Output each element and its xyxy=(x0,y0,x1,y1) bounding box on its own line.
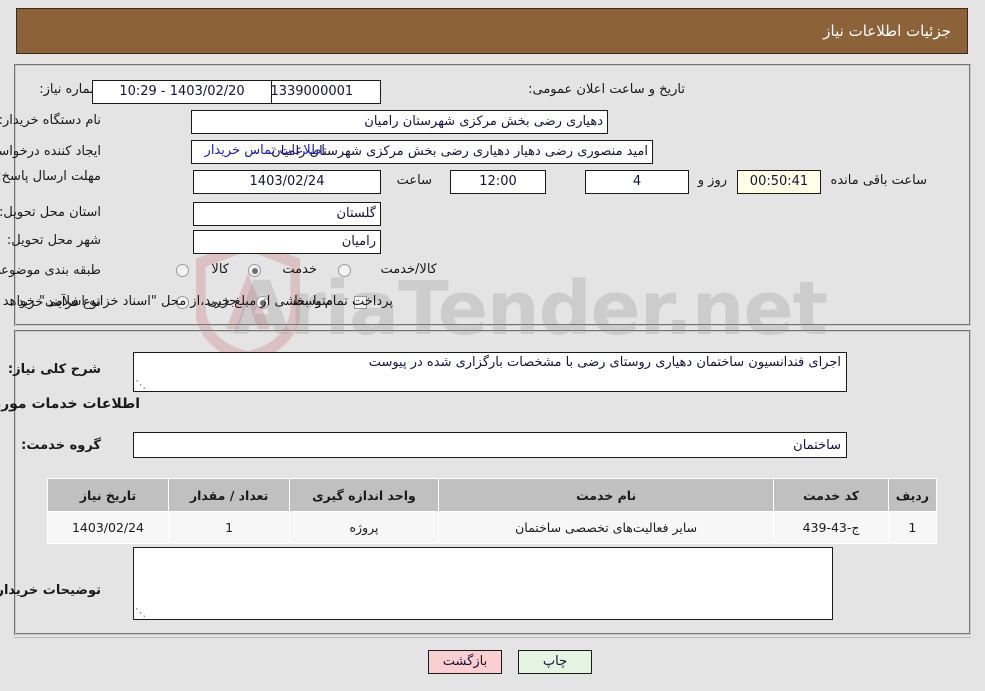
cell-need-date: 1403/02/24 xyxy=(47,511,169,544)
page-root: AriaTender.net جزئیات اطلاعات نیاز شماره… xyxy=(0,0,985,691)
response-deadline-label-text: مهلت ارسال پاسخ: تا تاریخ: xyxy=(0,169,101,184)
page-title: جزئیات اطلاعات نیاز xyxy=(823,22,951,40)
cell-quantity: 1 xyxy=(167,511,291,544)
service-group-label: گروه خدمت: xyxy=(21,438,101,453)
services-section-title: اطلاعات خدمات مورد نیاز xyxy=(0,396,140,412)
radio-category-kala[interactable] xyxy=(176,264,189,277)
th-quantity: تعداد / مقدار xyxy=(167,478,291,512)
radio-category-khedmat[interactable] xyxy=(248,264,261,277)
back-button[interactable]: بازگشت xyxy=(428,650,502,674)
remaining-days-field[interactable]: 4 xyxy=(585,170,689,194)
th-service-code: کد خدمت xyxy=(773,478,889,512)
cell-service-code: ج-43-439 xyxy=(773,511,889,544)
buyer-contact-link[interactable]: اطلاعات تماس خریدار xyxy=(205,143,325,158)
services-table: ردیف کد خدمت نام خدمت واحد اندازه گیری ت… xyxy=(47,478,938,544)
page-header-bar: جزئیات اطلاعات نیاز xyxy=(16,8,968,54)
remaining-days-label: روز و xyxy=(697,173,727,188)
general-description-value: اجرای فندانسیون ساختمان دهیاری روستای رض… xyxy=(368,355,841,370)
buyer-org-field[interactable]: دهیاری رضی بخش مرکزی شهرستان رامیان xyxy=(191,110,608,134)
delivery-province-label: استان محل تحویل: xyxy=(0,205,101,220)
table-header-row: ردیف کد خدمت نام خدمت واحد اندازه گیری ت… xyxy=(47,478,938,512)
print-button[interactable]: چاپ xyxy=(518,650,592,674)
th-need-date: تاریخ نیاز xyxy=(47,478,169,512)
delivery-city-field[interactable]: رامیان xyxy=(193,230,381,254)
resize-grip-icon[interactable]: ⋰ xyxy=(135,379,146,390)
buyer-org-label: نام دستگاه خریدار: xyxy=(0,113,101,128)
radio-category-khedmat-label: خدمت xyxy=(282,262,317,277)
announce-datetime-field[interactable]: 1403/02/20 - 10:29 xyxy=(92,80,272,104)
service-group-field[interactable]: ساختمان xyxy=(133,432,847,458)
resize-grip-icon-notes[interactable]: ⋰ xyxy=(135,607,146,618)
buyer-notes-label: توضیحات خریدار: xyxy=(0,583,101,598)
radio-category-kala-khedmat[interactable] xyxy=(338,264,351,277)
deadline-hour-field[interactable]: 12:00 xyxy=(450,170,546,194)
subject-category-label: طبقه بندی موضوعی: xyxy=(0,263,101,278)
remaining-hours-label: ساعت باقی مانده xyxy=(830,173,927,188)
buyer-notes-textarea[interactable]: ⋰ xyxy=(133,547,833,620)
radio-category-kala-khedmat-label: کالا/خدمت xyxy=(380,262,437,277)
th-unit: واحد اندازه گیری xyxy=(289,478,439,512)
footer-divider xyxy=(14,637,971,638)
general-description-textarea[interactable]: اجرای فندانسیون ساختمان دهیاری روستای رض… xyxy=(133,352,847,392)
deadline-date-field[interactable]: 1403/02/24 xyxy=(193,170,381,194)
th-row-no: ردیف xyxy=(887,478,938,512)
announce-datetime-label: تاریخ و ساعت اعلان عمومی: xyxy=(528,82,685,97)
cell-unit: پروژه xyxy=(289,511,439,544)
delivery-province-field[interactable]: گلستان xyxy=(193,202,381,226)
countdown-timer-field: 00:50:41 xyxy=(737,170,821,194)
cell-row-no: 1 xyxy=(887,511,938,544)
cell-service-name: سایر فعالیت‌های تخصصی ساختمان xyxy=(437,511,775,544)
th-service-name: نام خدمت xyxy=(437,478,775,512)
checkbox-islamic-treasury-label: پرداخت تمام یا بخشی از مبلغ خرید،از محل … xyxy=(0,294,393,309)
radio-category-kala-label: کالا xyxy=(211,262,229,277)
request-creator-label: ایجاد کننده درخواست: xyxy=(0,144,101,159)
general-description-label: شرح کلی نیاز: xyxy=(7,362,101,377)
delivery-city-label: شهر محل تحویل: xyxy=(6,233,101,248)
deadline-hour-label: ساعت xyxy=(396,173,432,188)
response-deadline-label: مهلت ارسال پاسخ: تا تاریخ: xyxy=(0,168,101,186)
table-row[interactable]: 1 ج-43-439 سایر فعالیت‌های تخصصی ساختمان… xyxy=(47,511,938,544)
service-group-value: ساختمان xyxy=(793,438,841,453)
